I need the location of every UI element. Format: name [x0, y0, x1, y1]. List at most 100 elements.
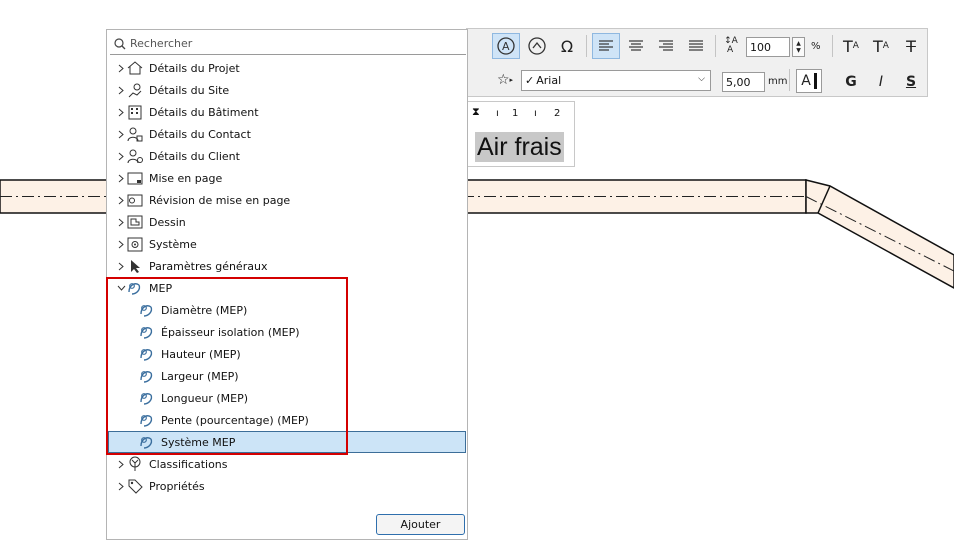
layout-icon: [126, 170, 144, 186]
chevron-down-icon: ⌵: [698, 74, 705, 84]
tree-item-contact[interactable]: Détails du Contact: [108, 123, 466, 145]
mep-icon: [138, 302, 156, 318]
text-scale-input[interactable]: 100: [746, 37, 790, 57]
tree-item-projet[interactable]: Détails du Projet: [108, 57, 466, 79]
add-button[interactable]: Ajouter: [376, 514, 465, 535]
font-name: Arial: [536, 74, 562, 87]
font-select[interactable]: ✓ Arial ⌵: [521, 70, 711, 91]
svg-text:A: A: [502, 40, 510, 53]
tree-item-mep-largeur[interactable]: Largeur (MEP): [108, 365, 466, 387]
align-center-icon[interactable]: [622, 33, 650, 59]
tree-item-classifications[interactable]: Classifications: [108, 453, 466, 475]
strikethrough-icon[interactable]: T: [898, 33, 924, 59]
anchor-point-icon[interactable]: A: [492, 33, 520, 59]
tree-item-mep[interactable]: MEP: [108, 277, 466, 299]
chevron-right-icon[interactable]: [116, 459, 126, 469]
tree-item-mep-hauteur[interactable]: Hauteur (MEP): [108, 343, 466, 365]
tree-item-label: Propriétés: [149, 479, 205, 493]
autotext-panel: Rechercher Détails du Projet Détails du …: [106, 29, 468, 540]
duct-angled[interactable]: [805, 179, 954, 289]
chevron-right-icon[interactable]: [116, 129, 126, 139]
mep-icon: [138, 368, 156, 384]
tree-item-label: Système: [149, 237, 197, 251]
tree-item-client[interactable]: Détails du Client: [108, 145, 466, 167]
tree-item-mep-diametre[interactable]: Diamètre (MEP): [108, 299, 466, 321]
tree-item-dessin[interactable]: Dessin: [108, 211, 466, 233]
chevron-right-icon[interactable]: [116, 85, 126, 95]
contact-icon: [126, 126, 144, 142]
tree-item-mep-systeme[interactable]: Système MEP: [108, 431, 466, 453]
chevron-right-icon[interactable]: [116, 481, 126, 491]
subscript-icon[interactable]: TA: [868, 33, 894, 59]
layout-revision-icon: [126, 192, 144, 208]
mep-icon: [138, 390, 156, 406]
text-ruler: ⧗ ı 1 ı 2: [472, 105, 568, 120]
rotate-text-icon[interactable]: [523, 33, 551, 59]
search-field[interactable]: Rechercher: [110, 33, 466, 55]
house-icon: [126, 60, 144, 76]
chevron-right-icon[interactable]: [116, 151, 126, 161]
tree-item-mep-pente[interactable]: Pente (pourcentage) (MEP): [108, 409, 466, 431]
tree-item-systeme[interactable]: Système: [108, 233, 466, 255]
text-color-icon[interactable]: A: [796, 69, 822, 93]
superscript-icon[interactable]: TA: [838, 33, 864, 59]
hourglass-icon: ⧗: [472, 105, 480, 118]
ruler-label-2: 2: [554, 108, 561, 119]
favorite-star-icon[interactable]: ☆ ▸: [492, 67, 518, 93]
chevron-right-icon[interactable]: [116, 261, 126, 271]
label-preview[interactable]: ⧗ ı 1 ı 2 Air frais: [467, 101, 575, 167]
font-check-icon: ✓: [525, 74, 535, 87]
scale-stepper-icon[interactable]: ▲ ▼: [792, 37, 805, 57]
special-character-icon[interactable]: Ω: [553, 33, 581, 59]
cursor-icon: [126, 258, 144, 274]
tag-icon: [126, 478, 144, 494]
tree-item-parametres[interactable]: Paramètres généraux: [108, 255, 466, 277]
classification-tree-icon: [126, 456, 144, 472]
italic-button[interactable]: I: [868, 69, 894, 95]
tree-item-site[interactable]: Détails du Site: [108, 79, 466, 101]
tree-item-label: Dessin: [149, 215, 186, 229]
drawing-icon: [126, 214, 144, 230]
tree-item-label: Hauteur (MEP): [161, 347, 241, 361]
mep-icon: [138, 346, 156, 362]
chevron-right-icon[interactable]: [116, 195, 126, 205]
client-icon: [126, 148, 144, 164]
tree-item-mep-longueur[interactable]: Longueur (MEP): [108, 387, 466, 409]
tree-item-label: Révision de mise en page: [149, 193, 291, 207]
text-scale-icon: ↕A A: [724, 36, 738, 55]
system-gear-icon: [126, 236, 144, 252]
align-justify-icon[interactable]: [682, 33, 710, 59]
align-right-icon[interactable]: [652, 33, 680, 59]
tree-item-label: Système MEP: [161, 435, 236, 449]
tree-item-proprietes[interactable]: Propriétés: [108, 475, 466, 497]
search-icon: [114, 37, 126, 49]
tree-item-label: Largeur (MEP): [161, 369, 239, 383]
text-toolbar: A Ω ↕A A 100 ▲ ▼ % TA TA T ☆ ▸ ✓ Arial ⌵ 5…: [466, 28, 928, 97]
tree-item-label: Épaisseur isolation (MEP): [161, 325, 300, 339]
mep-icon: [138, 324, 156, 340]
font-size-unit: mm: [768, 76, 788, 87]
ruler-tick: ı: [496, 108, 499, 119]
tree-item-label: MEP: [149, 281, 173, 295]
align-left-icon[interactable]: [592, 33, 620, 59]
chevron-down-icon[interactable]: [116, 283, 126, 293]
search-placeholder: Rechercher: [130, 37, 193, 50]
mep-icon: [126, 280, 144, 296]
tree-item-mep-epaisseur[interactable]: Épaisseur isolation (MEP): [108, 321, 466, 343]
bold-button[interactable]: G: [838, 69, 864, 95]
scale-unit: %: [811, 41, 821, 52]
tree-item-batiment[interactable]: Détails du Bâtiment: [108, 101, 466, 123]
chevron-right-icon[interactable]: [116, 239, 126, 249]
building-icon: [126, 104, 144, 120]
chevron-right-icon[interactable]: [116, 217, 126, 227]
chevron-right-icon[interactable]: [116, 107, 126, 117]
underline-button[interactable]: S: [898, 69, 924, 95]
label-text[interactable]: Air frais: [475, 132, 564, 162]
font-size-input[interactable]: 5,00: [722, 72, 765, 92]
tree-item-label: Détails du Client: [149, 149, 240, 163]
tree-item-label: Paramètres généraux: [149, 259, 268, 273]
tree-item-revision[interactable]: Révision de mise en page: [108, 189, 466, 211]
chevron-right-icon[interactable]: [116, 63, 126, 73]
tree-item-mise-en-page[interactable]: Mise en page: [108, 167, 466, 189]
chevron-right-icon[interactable]: [116, 173, 126, 183]
